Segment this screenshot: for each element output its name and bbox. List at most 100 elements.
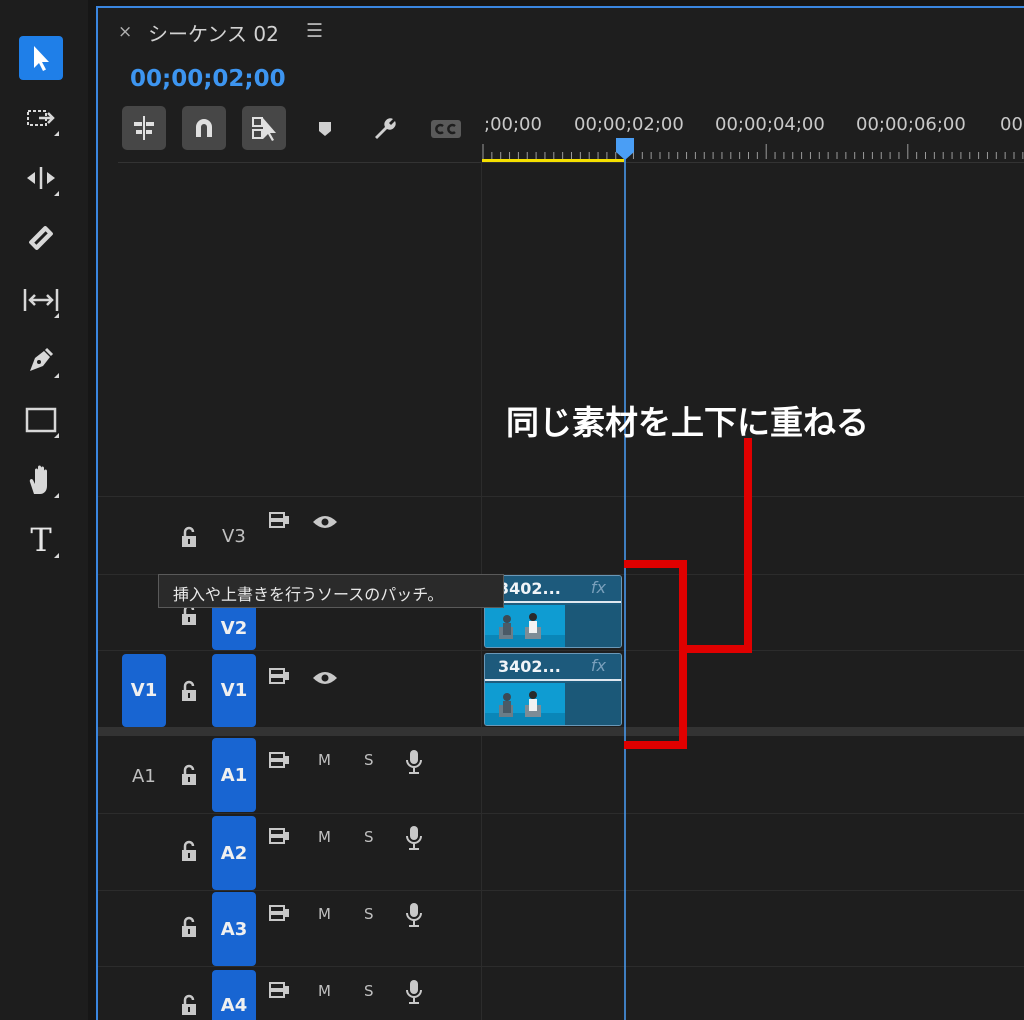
selection-tool[interactable] [19, 36, 63, 80]
tools-panel: T [0, 0, 88, 1020]
sync-lock-icon[interactable] [268, 510, 292, 530]
settings-wrench-icon [375, 118, 396, 139]
fx-badge[interactable]: fx [591, 578, 606, 597]
source-patch-v1[interactable]: V1 [122, 654, 166, 727]
arrow-icon [34, 46, 49, 71]
source-patch-a1[interactable]: A1 [132, 766, 156, 787]
microphone-icon[interactable] [404, 978, 424, 1006]
microphone-icon[interactable] [404, 748, 424, 776]
razor-icon [29, 226, 53, 250]
annotation-label: 同じ素材を上下に重ねる [506, 403, 869, 442]
slip-icon [23, 289, 59, 311]
video-audio-divider[interactable] [98, 727, 1024, 736]
ruler-label: 00 [1000, 114, 1023, 135]
track-label-v3[interactable]: V3 [222, 526, 246, 547]
submenu-indicator [54, 493, 59, 498]
track-target-a4[interactable]: A4 [212, 970, 256, 1020]
ripple-edit-tool[interactable] [19, 156, 63, 200]
video-clip-v1[interactable]: 3402... fx [484, 653, 622, 726]
track-select-tool[interactable] [19, 96, 63, 140]
track-divider [98, 496, 1024, 497]
submenu-indicator [54, 553, 59, 558]
captions-button[interactable] [430, 116, 462, 142]
lock-icon[interactable] [178, 916, 200, 940]
pen-icon [30, 347, 54, 371]
video-clip-v2[interactable]: 3402... fx [484, 575, 622, 648]
close-tab-icon[interactable]: × [118, 22, 132, 42]
mute-button[interactable]: M [318, 828, 331, 846]
snap-button[interactable] [182, 106, 226, 150]
razor-tool[interactable] [19, 216, 63, 260]
rectangle-tool[interactable] [19, 398, 63, 442]
source-patch-tooltip: 挿入や上書きを行うソースのパッチ。 [158, 574, 504, 608]
sync-lock-icon[interactable] [268, 666, 292, 686]
snap-icon [196, 119, 212, 137]
clip-header: 3402... fx [485, 576, 621, 603]
hand-tool[interactable] [19, 458, 63, 502]
clip-thumbnail [485, 605, 565, 647]
ruler-label: 00;00;06;00 [856, 114, 966, 135]
track-select-icon [27, 110, 55, 126]
clip-header: 3402... fx [485, 654, 621, 681]
sync-lock-icon[interactable] [268, 750, 292, 770]
sequence-tab-title[interactable]: シーケンス 02 [148, 18, 279, 47]
divider [118, 162, 1024, 163]
solo-button[interactable]: S [364, 905, 374, 923]
clip-name: 3402... [498, 657, 561, 676]
mute-button[interactable]: M [318, 905, 331, 923]
type-icon: T [30, 521, 52, 559]
lock-icon[interactable] [178, 764, 200, 788]
submenu-indicator [54, 433, 59, 438]
lock-icon[interactable] [178, 680, 200, 704]
clip-name: 3402... [498, 579, 561, 598]
lock-icon[interactable] [178, 526, 200, 550]
lock-icon[interactable] [178, 840, 200, 864]
ruler-label: 00;00;04;00 [715, 114, 825, 135]
linked-selection-button[interactable] [242, 106, 286, 150]
track-divider [98, 966, 1024, 967]
sync-lock-icon[interactable] [268, 980, 292, 1000]
type-tool[interactable]: T [19, 518, 63, 562]
track-target-a2[interactable]: A2 [212, 816, 256, 890]
track-target-a1[interactable]: A1 [212, 738, 256, 812]
sync-lock-icon[interactable] [268, 903, 292, 923]
panel-menu-icon[interactable]: ☰ [306, 20, 323, 42]
submenu-indicator [54, 373, 59, 378]
insert-overwrite-icon [134, 116, 154, 140]
eye-icon[interactable] [312, 670, 338, 686]
submenu-indicator [54, 131, 59, 136]
fx-badge[interactable]: fx [591, 656, 606, 675]
timeline-panel: × シーケンス 02 ☰ 00;00;02;00 ;00;00 00;00;02… [96, 6, 1024, 1020]
hand-icon [29, 465, 47, 494]
track-divider [98, 890, 1024, 891]
rectangle-icon [25, 407, 57, 433]
ripple-edit-icon [27, 167, 55, 189]
marker-icon [319, 122, 331, 136]
solo-button[interactable]: S [364, 751, 374, 769]
track-divider [98, 813, 1024, 814]
solo-button[interactable]: S [364, 828, 374, 846]
clip-thumbnail [485, 683, 565, 725]
mute-button[interactable]: M [318, 982, 331, 1000]
timeline-settings-button[interactable] [372, 116, 398, 142]
track-target-v1[interactable]: V1 [212, 654, 256, 727]
microphone-icon[interactable] [404, 901, 424, 929]
solo-button[interactable]: S [364, 982, 374, 1000]
track-target-a3[interactable]: A3 [212, 892, 256, 966]
ruler-label: 00;00;02;00 [574, 114, 684, 135]
linked-selection-icon [252, 117, 276, 141]
submenu-indicator [54, 313, 59, 318]
slip-tool[interactable] [19, 278, 63, 322]
captions-icon [431, 120, 461, 138]
eye-icon[interactable] [312, 514, 338, 530]
annotation-bracket [624, 438, 752, 749]
insert-overwrite-button[interactable] [122, 106, 166, 150]
microphone-icon[interactable] [404, 824, 424, 852]
add-marker-button[interactable] [312, 116, 338, 142]
mute-button[interactable]: M [318, 751, 331, 769]
sync-lock-icon[interactable] [268, 826, 292, 846]
pen-tool[interactable] [19, 338, 63, 382]
playhead-timecode[interactable]: 00;00;02;00 [130, 66, 286, 92]
lock-icon[interactable] [178, 994, 200, 1018]
ruler-label: ;00;00 [484, 114, 542, 135]
